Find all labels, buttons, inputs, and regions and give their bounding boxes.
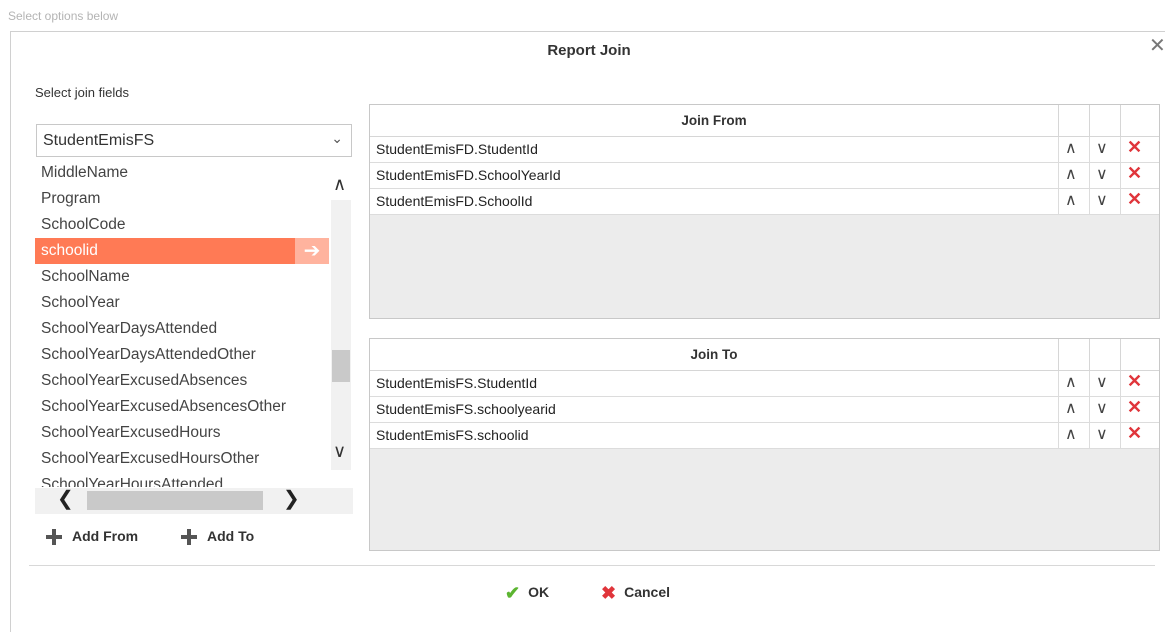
field-list-item[interactable]: SchoolYear bbox=[35, 290, 331, 316]
section-label: Select join fields bbox=[35, 85, 129, 100]
scroll-track[interactable] bbox=[331, 200, 351, 470]
chevron-right-icon[interactable]: ❯ bbox=[283, 486, 300, 511]
field-list-item[interactable]: SchoolYearExcusedAbsencesOther bbox=[35, 394, 331, 420]
scroll-thumb[interactable] bbox=[87, 491, 263, 510]
field-path: StudentEmisFS.schoolyearid bbox=[376, 401, 556, 417]
chevron-up-icon[interactable]: ∧ bbox=[333, 174, 346, 195]
field-path: StudentEmisFD.SchoolYearId bbox=[376, 167, 561, 183]
field-label: SchoolYearExcusedHoursOther bbox=[41, 450, 260, 467]
field-label: SchoolYear bbox=[41, 294, 120, 311]
field-list-item[interactable]: SchoolCode bbox=[35, 212, 331, 238]
close-icon: ✖ bbox=[601, 583, 617, 603]
join-to-grid: Join To StudentEmisFS.StudentId ∧ ∨ ✕ Studen… bbox=[369, 338, 1160, 551]
field-list-item[interactable]: SchoolYearDaysAttended bbox=[35, 316, 331, 342]
field-list-item[interactable]: schoolid ➔ bbox=[35, 238, 331, 264]
field-path: StudentEmisFS.StudentId bbox=[376, 375, 538, 391]
join-to-row: StudentEmisFS.schoolid ∧ ∨ ✕ bbox=[370, 423, 1159, 449]
join-from-row: StudentEmisFD.SchoolYearId ∧ ∨ ✕ bbox=[370, 163, 1159, 189]
chevron-left-icon[interactable]: ❮ bbox=[57, 486, 74, 511]
field-list-item[interactable]: SchoolYearExcusedHoursOther bbox=[35, 446, 331, 472]
table-select[interactable]: StudentEmisFS ⌄ bbox=[36, 124, 352, 157]
field-label: SchoolYearExcusedHours bbox=[41, 424, 221, 441]
field-label: SchoolYearExcusedAbsencesOther bbox=[41, 398, 286, 415]
report-join-dialog: Report Join ✕ Select join fields Student… bbox=[10, 31, 1165, 632]
horizontal-scrollbar[interactable]: ❮ ❯ bbox=[35, 488, 353, 514]
join-from-row: StudentEmisFD.StudentId ∧ ∨ ✕ bbox=[370, 137, 1159, 163]
field-list-item[interactable]: SchoolYearHoursAttended bbox=[35, 472, 331, 487]
footer-divider bbox=[29, 565, 1155, 566]
join-to-row: StudentEmisFS.StudentId ∧ ∨ ✕ bbox=[370, 371, 1159, 397]
move-up-icon[interactable]: ∧ bbox=[1065, 190, 1077, 210]
move-up-icon[interactable]: ∧ bbox=[1065, 372, 1077, 392]
chevron-down-icon[interactable]: ∨ bbox=[333, 441, 346, 462]
move-up-icon[interactable]: ∧ bbox=[1065, 424, 1077, 444]
add-to-button[interactable]: Add To bbox=[181, 528, 255, 546]
field-label: SchoolYearDaysAttendedOther bbox=[41, 346, 256, 363]
move-up-icon[interactable]: ∧ bbox=[1065, 398, 1077, 418]
move-down-icon[interactable]: ∨ bbox=[1096, 372, 1108, 392]
field-label: MiddleName bbox=[41, 164, 129, 181]
join-from-title: Join From bbox=[681, 113, 747, 128]
join-from-grid: Join From StudentEmisFD.StudentId ∧ ∨ ✕ Stud… bbox=[369, 104, 1160, 319]
instruction-hint: Select options below bbox=[8, 9, 119, 23]
delete-icon[interactable]: ✕ bbox=[1127, 137, 1142, 158]
table-select-value: StudentEmisFS bbox=[43, 132, 155, 149]
cancel-button[interactable]: ✖ Cancel bbox=[601, 583, 670, 604]
move-down-icon[interactable]: ∨ bbox=[1096, 424, 1108, 444]
field-label: SchoolYearExcusedAbsences bbox=[41, 372, 248, 389]
field-list-item[interactable]: SchoolYearExcusedHours bbox=[35, 420, 331, 446]
cancel-label: Cancel bbox=[624, 584, 671, 601]
join-from-header: Join From bbox=[370, 105, 1159, 137]
field-path: StudentEmisFS.schoolid bbox=[376, 427, 529, 443]
field-list-item[interactable]: SchoolYearExcusedAbsences bbox=[35, 368, 331, 394]
field-label: SchoolName bbox=[41, 268, 130, 285]
join-to-header: Join To bbox=[370, 339, 1159, 371]
dialog-title: Report Join bbox=[547, 42, 631, 59]
vertical-scrollbar[interactable]: ∧ ∨ bbox=[329, 160, 353, 487]
field-path: StudentEmisFD.SchoolId bbox=[376, 193, 533, 209]
field-label: Program bbox=[41, 190, 101, 207]
move-down-icon[interactable]: ∨ bbox=[1096, 398, 1108, 418]
scroll-thumb[interactable] bbox=[332, 350, 350, 382]
field-label: schoolid bbox=[41, 242, 98, 259]
move-up-icon[interactable]: ∧ bbox=[1065, 138, 1077, 158]
field-list: MiddleName Program SchoolCode schoolid ➔ Scho… bbox=[35, 160, 331, 487]
plus-icon bbox=[46, 529, 62, 546]
add-from-label: Add From bbox=[72, 528, 139, 544]
delete-icon[interactable]: ✕ bbox=[1127, 423, 1142, 444]
add-from-button[interactable]: Add From bbox=[46, 528, 139, 546]
chevron-down-icon: ⌄ bbox=[331, 130, 343, 146]
field-label: SchoolYearDaysAttended bbox=[41, 320, 218, 337]
delete-icon[interactable]: ✕ bbox=[1127, 163, 1142, 184]
join-to-row: StudentEmisFS.schoolyearid ∧ ∨ ✕ bbox=[370, 397, 1159, 423]
move-up-icon[interactable]: ∧ bbox=[1065, 164, 1077, 184]
field-list-item[interactable]: Program bbox=[35, 186, 331, 212]
ok-button[interactable]: ✔ OK bbox=[505, 583, 549, 604]
delete-icon[interactable]: ✕ bbox=[1127, 397, 1142, 418]
delete-icon[interactable]: ✕ bbox=[1127, 371, 1142, 392]
move-down-icon[interactable]: ∨ bbox=[1096, 190, 1108, 210]
move-down-icon[interactable]: ∨ bbox=[1096, 164, 1108, 184]
move-down-icon[interactable]: ∨ bbox=[1096, 138, 1108, 158]
field-path: StudentEmisFD.StudentId bbox=[376, 141, 538, 157]
join-from-row: StudentEmisFD.SchoolId ∧ ∨ ✕ bbox=[370, 189, 1159, 215]
checkmark-icon: ✔ bbox=[505, 583, 521, 603]
delete-icon[interactable]: ✕ bbox=[1127, 189, 1142, 210]
field-list-item[interactable]: SchoolName bbox=[35, 264, 331, 290]
plus-icon bbox=[181, 529, 197, 546]
add-to-label: Add To bbox=[207, 528, 255, 544]
ok-label: OK bbox=[528, 584, 550, 601]
close-icon[interactable]: ✕ bbox=[1149, 36, 1165, 56]
field-label: SchoolCode bbox=[41, 216, 126, 233]
field-list-item[interactable]: MiddleName bbox=[35, 160, 331, 186]
arrow-right-icon[interactable]: ➔ bbox=[295, 238, 329, 264]
join-to-title: Join To bbox=[690, 347, 738, 362]
field-list-item[interactable]: SchoolYearDaysAttendedOther bbox=[35, 342, 331, 368]
